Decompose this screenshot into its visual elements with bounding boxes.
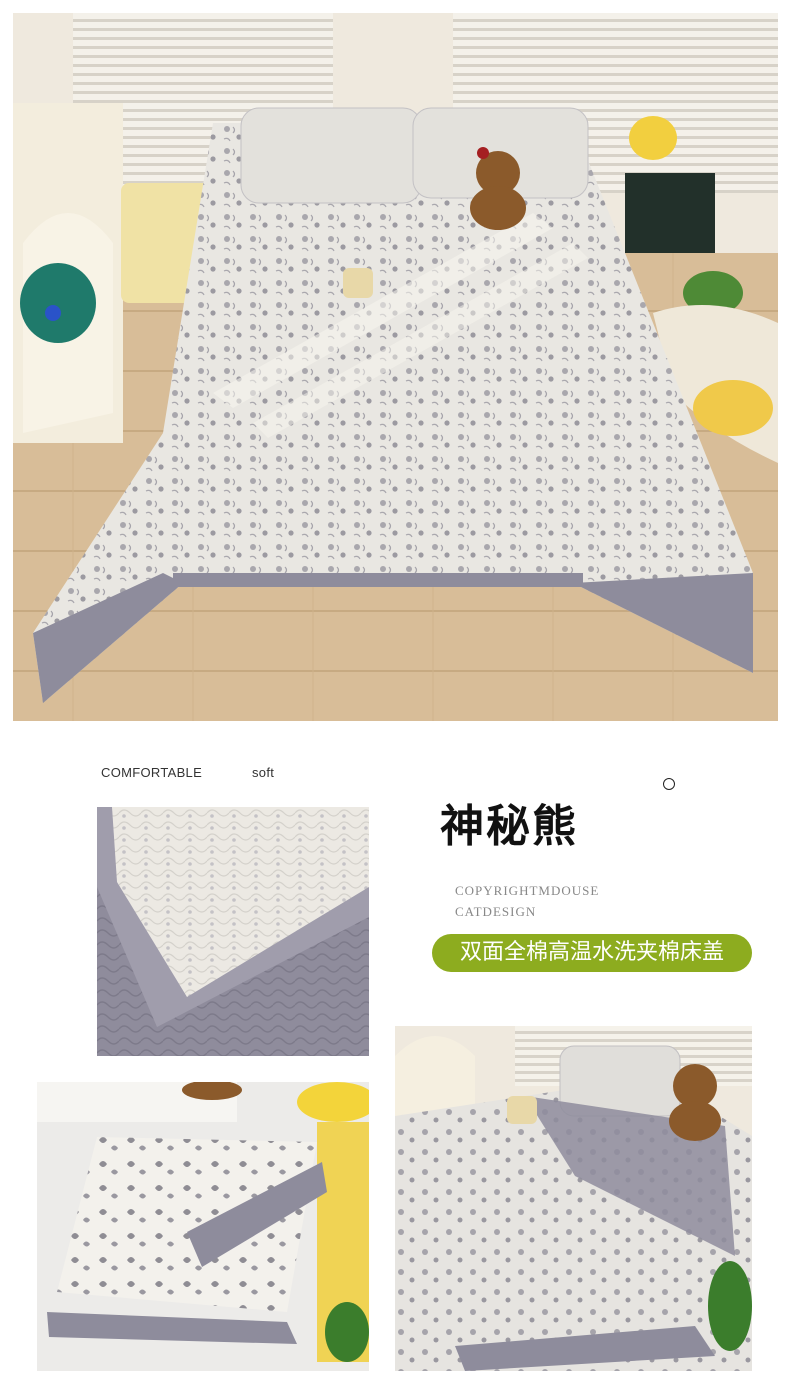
circle-outline-icon [663,778,675,790]
product-title: 神秘熊 [440,801,578,852]
soft-label: soft [252,765,275,780]
comfortable-label: COMFORTABLE [101,765,203,780]
hero-bedroom-photo [13,13,778,721]
product-description-badge: 双面全棉高温水洗夹棉床盖 [432,934,752,972]
copyright-line-1: COPYRIGHTMDOUSE [455,883,600,898]
bed-angle-photo [395,1026,752,1371]
copyright-line-2: CATDESIGN [455,904,537,919]
folded-bedspread-photo [37,1082,369,1371]
corner-detail-photo [97,807,369,1056]
